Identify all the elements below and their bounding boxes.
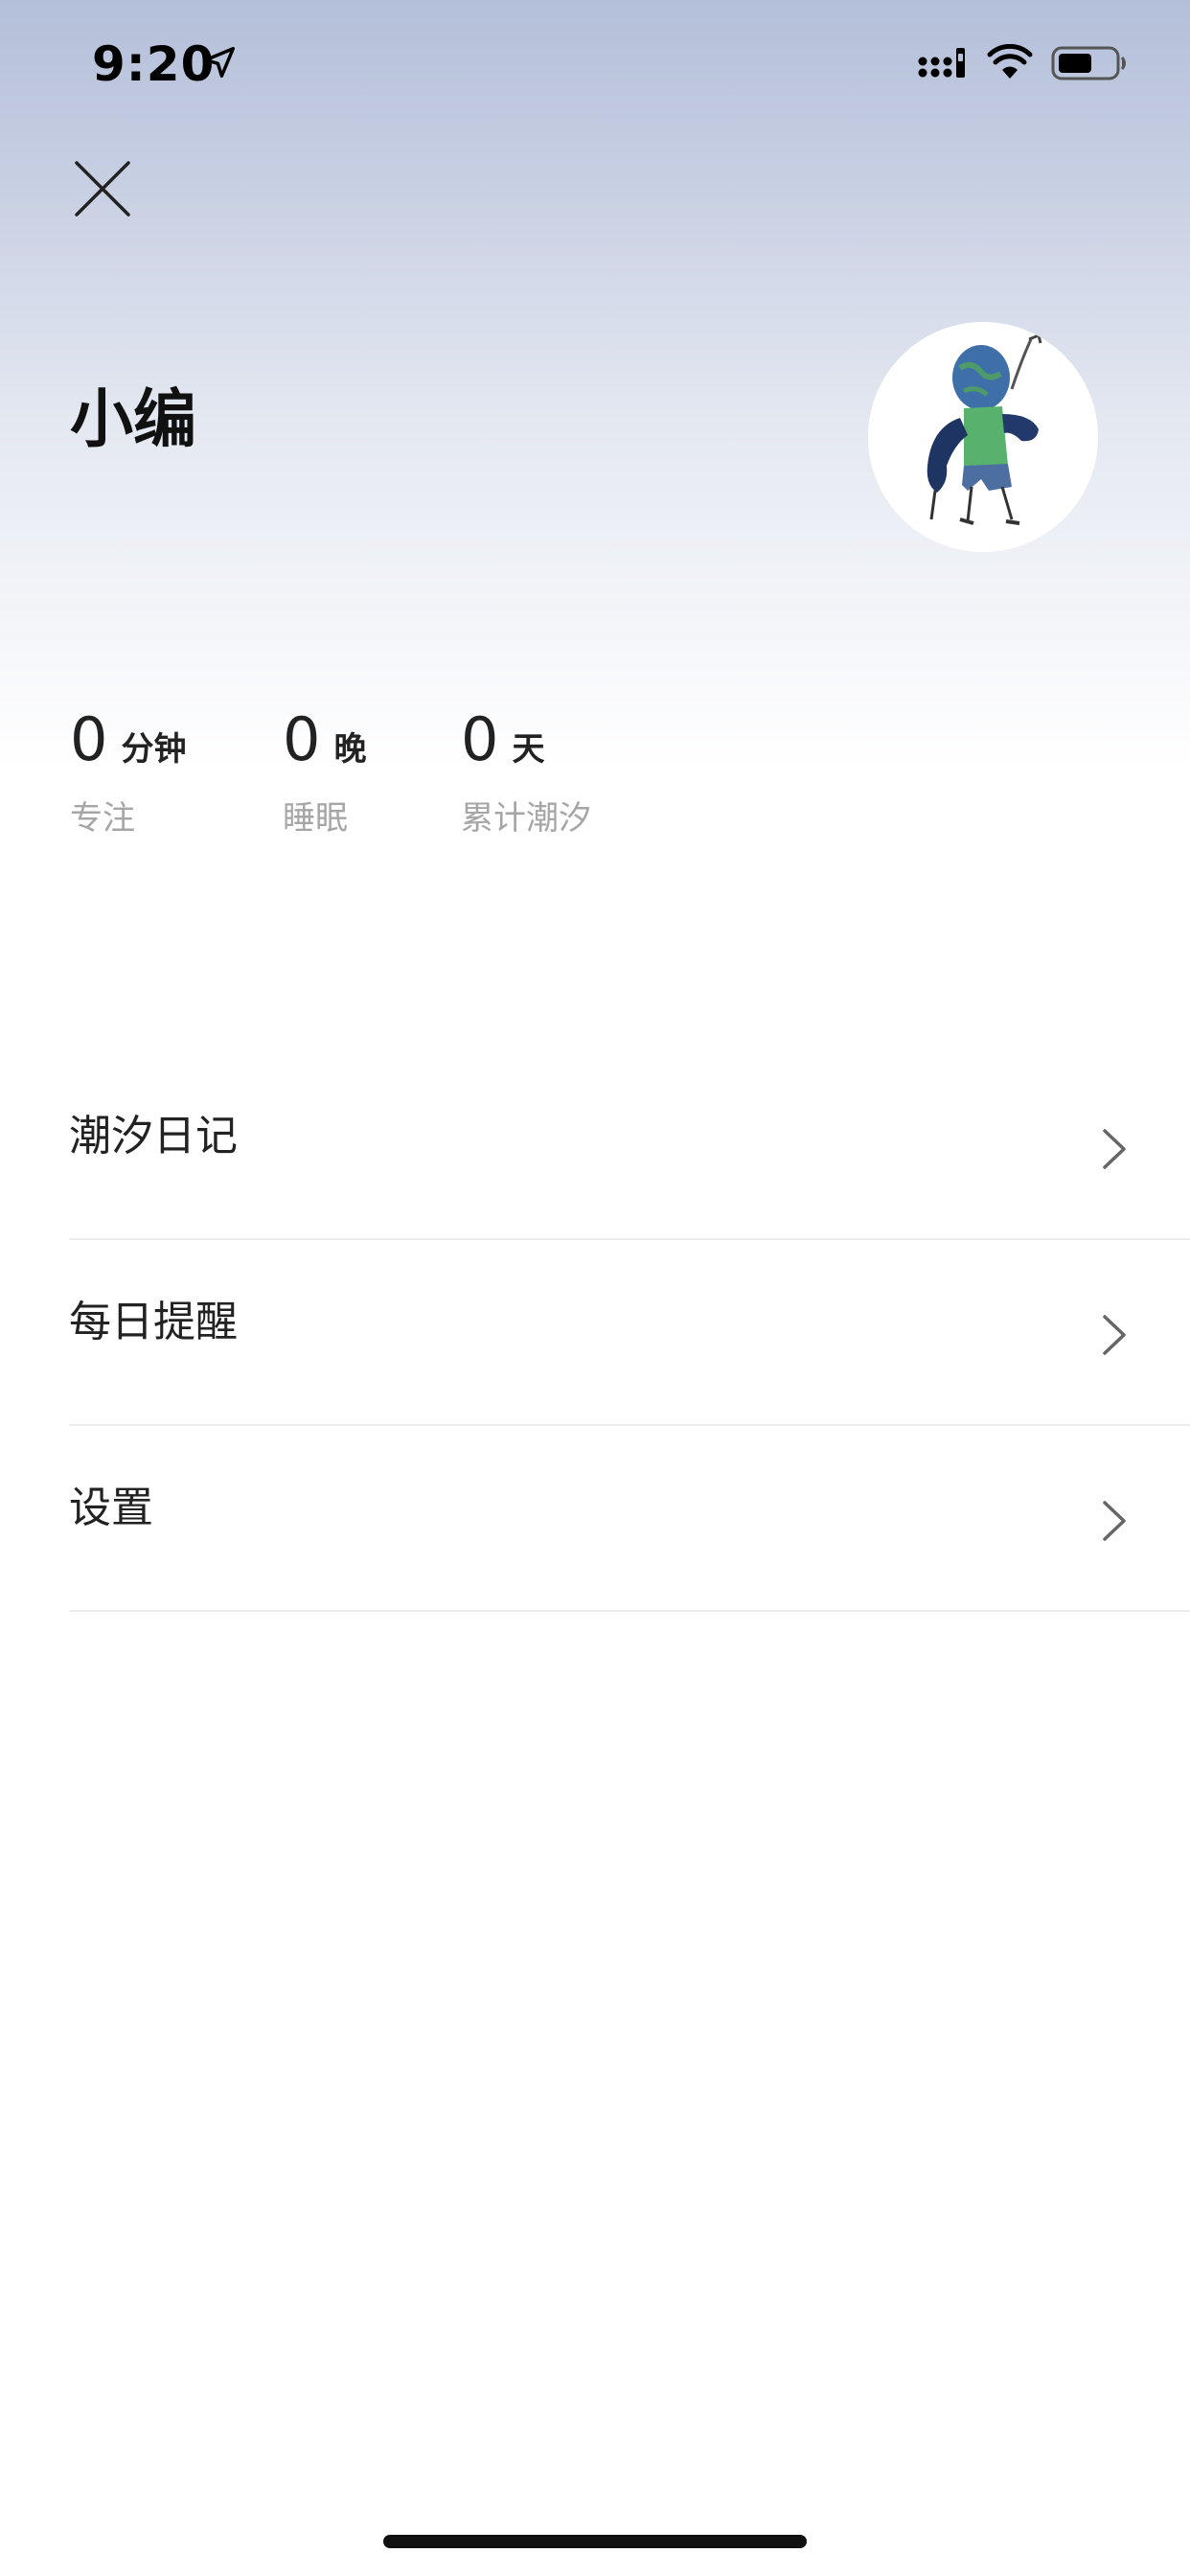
menu-item-tide-diary[interactable]: 潮汐日记 <box>69 1054 1190 1240</box>
stat-sleep-label: 睡眠 <box>283 799 348 838</box>
stat-tide-unit: 天 <box>512 730 545 769</box>
avatar-illustration <box>868 322 1098 552</box>
location-arrow-icon <box>204 47 235 78</box>
close-button[interactable] <box>69 155 138 224</box>
menu-list: 潮汐日记 每日提醒 设置 <box>69 1054 1190 1612</box>
wifi-icon <box>987 44 1033 79</box>
stat-sleep: 0晚 睡眠 <box>283 704 366 839</box>
stat-tide-value: 0 <box>461 704 499 774</box>
status-bar: 9:20 <box>0 0 1190 126</box>
chevron-right-icon <box>1103 1129 1126 1169</box>
status-time: 9:20 <box>92 36 216 92</box>
chevron-right-icon <box>1103 1501 1126 1541</box>
chevron-right-icon <box>1103 1315 1126 1355</box>
close-icon <box>75 161 130 217</box>
stat-tide: 0天 累计潮汐 <box>461 704 591 839</box>
stat-focus-unit: 分钟 <box>121 730 187 769</box>
menu-item-label: 潮汐日记 <box>69 1112 238 1161</box>
profile-name: 小编 <box>70 382 196 456</box>
cellular-signal-icon <box>918 48 965 78</box>
stat-tide-label: 累计潮汐 <box>461 799 591 838</box>
stat-sleep-value: 0 <box>283 704 321 774</box>
stat-focus-label: 专注 <box>70 799 135 838</box>
stat-focus-value: 0 <box>70 704 108 774</box>
menu-item-label: 每日提醒 <box>69 1298 238 1346</box>
stat-sleep-unit: 晚 <box>333 730 367 769</box>
menu-item-label: 设置 <box>69 1484 153 1532</box>
menu-item-daily-reminder[interactable]: 每日提醒 <box>69 1240 1190 1426</box>
avatar[interactable] <box>868 322 1098 552</box>
home-indicator[interactable] <box>383 2535 807 2548</box>
menu-item-settings[interactable]: 设置 <box>69 1426 1190 1612</box>
stat-focus: 0 分钟 专注 <box>70 704 186 839</box>
battery-icon <box>1051 46 1126 80</box>
